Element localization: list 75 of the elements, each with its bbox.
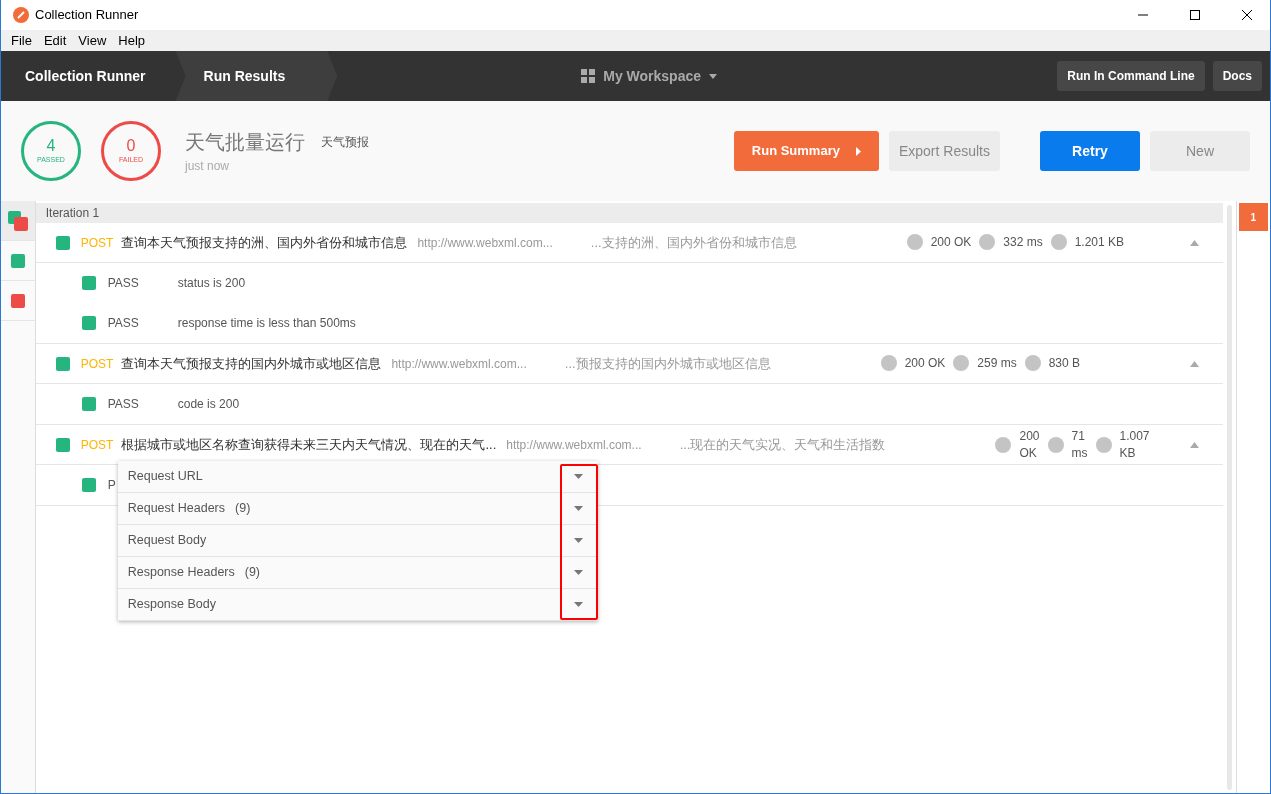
request-url: http://www.webxml.com...: [417, 234, 553, 252]
status-text: 200 OK: [930, 234, 972, 251]
maximize-icon: [1190, 10, 1200, 20]
collapse-caret-icon[interactable]: [1189, 360, 1199, 367]
response-preview: ...支持的洲、国内外省份和城市信息: [590, 233, 797, 252]
time-text: 259 ms: [977, 355, 1017, 372]
request-url: http://www.webxml.com...: [506, 436, 642, 454]
menu-item[interactable]: File: [5, 30, 38, 51]
workspace-dropdown[interactable]: My Workspace: [581, 65, 718, 87]
request-name[interactable]: 查询本天气预报支持的国内外城市或地区信息: [121, 353, 382, 374]
caret-icon: [574, 538, 584, 543]
test-result: PASS: [107, 396, 140, 413]
status-dot: [880, 355, 897, 372]
app-logo-icon: [13, 7, 29, 23]
test-name: code is 200: [177, 396, 240, 413]
test-result: PASS: [107, 275, 140, 292]
request-method: POST: [80, 355, 114, 373]
status-dot: [995, 436, 1012, 453]
caret-icon: [574, 570, 584, 575]
menu-item[interactable]: Help: [112, 30, 152, 51]
time-text: 71 ms: [1071, 427, 1088, 462]
request-method: POST: [80, 436, 114, 454]
fail-square-icon: [10, 293, 25, 308]
status-dot: [1024, 355, 1041, 372]
test-name: response time is less than 500ms: [177, 315, 356, 332]
size-text: 830 B: [1048, 355, 1081, 372]
time-text: 332 ms: [1003, 234, 1043, 251]
caret-icon: [709, 73, 718, 79]
status-squares-icon: [7, 210, 28, 231]
breadcrumb-tab[interactable]: Collection Runner: [1, 51, 176, 101]
grid-icon: [581, 69, 596, 83]
run-title: 天气批量运行: [185, 130, 305, 155]
dropdown-item[interactable]: Response Body: [117, 589, 598, 621]
caret-icon: [574, 602, 584, 607]
status-dot: [953, 355, 970, 372]
dropdown-item[interactable]: Request URL: [117, 461, 598, 493]
dropdown-item[interactable]: Request Body: [117, 525, 598, 557]
pass-square-icon: [10, 253, 25, 268]
request-url: http://www.webxml.com...: [391, 355, 527, 373]
caret-icon: [574, 474, 584, 479]
breadcrumb-tab[interactable]: Run Results: [175, 51, 338, 101]
collection-name: 天气预报: [321, 134, 369, 151]
status-dot: [979, 234, 996, 251]
header-button[interactable]: Run In Command Line: [1057, 61, 1205, 91]
status-dot: [1095, 436, 1112, 453]
close-icon: [1242, 10, 1252, 20]
size-text: 1.007 KB: [1119, 427, 1150, 462]
request-method: POST: [80, 234, 114, 252]
window-title: Collection Runner: [35, 6, 139, 25]
iteration-header: Iteration 1: [35, 203, 1223, 223]
test-name: status is 200: [177, 275, 246, 292]
status-dot: [1050, 234, 1067, 251]
retry-button[interactable]: Retry: [1040, 131, 1140, 171]
caret-icon: [855, 146, 861, 156]
menu-item[interactable]: Edit: [37, 30, 73, 51]
request-name[interactable]: 查询本天气预报支持的洲、国内外省份和城市信息: [121, 232, 408, 253]
menu-item[interactable]: View: [72, 30, 113, 51]
collapse-caret-icon[interactable]: [1189, 441, 1199, 448]
dropdown-item[interactable]: Response Headers (9): [117, 557, 598, 589]
collapse-caret-icon[interactable]: [1189, 239, 1199, 246]
response-preview: ...现在的天气实况、天气和生活指数: [679, 435, 886, 454]
response-preview: ...预报支持的国内外城市或地区信息: [564, 354, 771, 373]
header-button[interactable]: Docs: [1212, 61, 1262, 91]
caret-icon: [574, 506, 584, 511]
size-text: 1.201 KB: [1074, 234, 1125, 251]
dropdown-item[interactable]: Request Headers (9): [117, 493, 598, 525]
test-result: PASS: [107, 315, 140, 332]
status-text: 200 OK: [904, 355, 946, 372]
status-dot: [1047, 436, 1064, 453]
status-dot: [906, 234, 923, 251]
request-name[interactable]: 根据城市或地区名称查询获得未来三天内天气情况、现在的天气...: [121, 434, 497, 455]
iteration-tab[interactable]: [1, 201, 35, 241]
status-text: 200 OK: [1019, 427, 1040, 462]
test-result: P: [107, 477, 116, 494]
run-time: just now: [185, 158, 231, 175]
